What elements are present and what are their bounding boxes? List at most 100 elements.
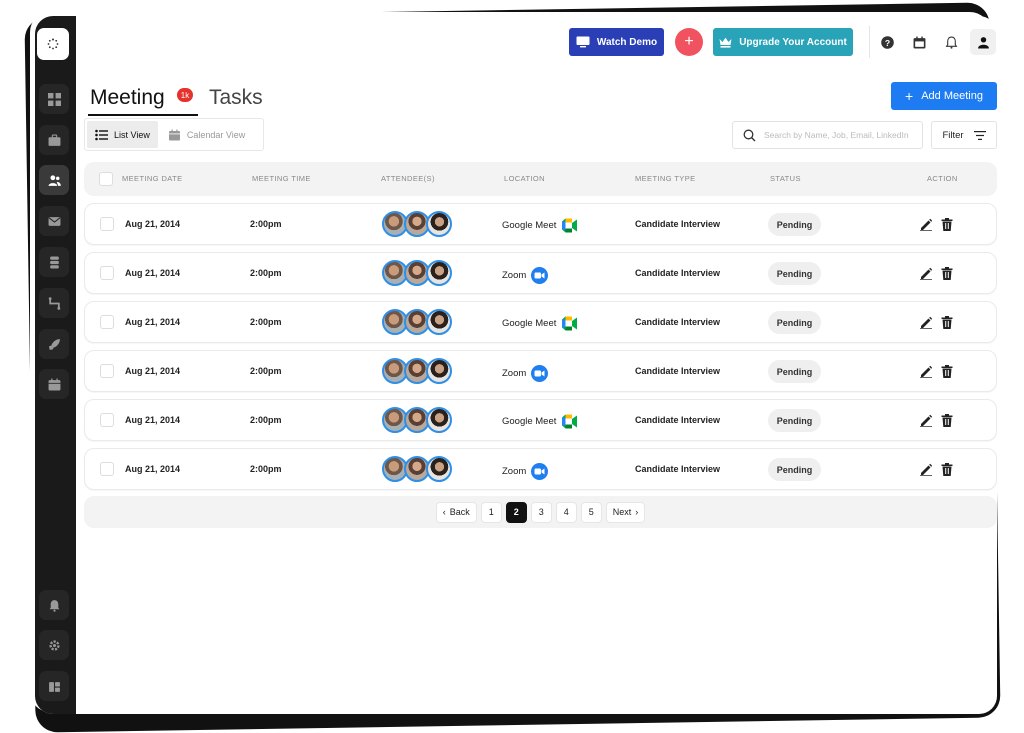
sidebar-item-workflow[interactable] bbox=[39, 288, 69, 318]
filter-icon bbox=[973, 130, 986, 140]
row-checkbox[interactable] bbox=[100, 462, 114, 476]
tab-tasks[interactable]: Tasks bbox=[209, 86, 263, 110]
logo-icon[interactable] bbox=[37, 28, 69, 60]
select-all-checkbox[interactable] bbox=[99, 172, 113, 186]
col-attendees[interactable]: ATTENDEE(S) bbox=[381, 174, 435, 183]
attendee-avatars[interactable] bbox=[382, 358, 452, 384]
sidebar-item-database[interactable] bbox=[39, 247, 69, 277]
sidebar-item-jobs[interactable] bbox=[39, 125, 69, 155]
row-checkbox[interactable] bbox=[100, 266, 114, 280]
row-checkbox[interactable] bbox=[100, 413, 114, 427]
flow-icon bbox=[48, 296, 60, 310]
svg-text:?: ? bbox=[884, 37, 889, 47]
gear-icon bbox=[48, 639, 60, 651]
watch-demo-button[interactable]: Watch Demo bbox=[569, 28, 664, 56]
calendar-view-label: Calendar View bbox=[186, 129, 246, 140]
tab-meeting[interactable]: Meeting bbox=[90, 86, 165, 110]
delete-button[interactable] bbox=[940, 413, 954, 427]
page-button[interactable]: 1 bbox=[480, 501, 502, 523]
attendee-avatars[interactable] bbox=[382, 407, 452, 433]
page-button[interactable]: 3 bbox=[530, 501, 552, 523]
col-meeting-date[interactable]: MEETING DATE bbox=[122, 174, 183, 183]
pagination-next-button[interactable]: Next › bbox=[605, 501, 646, 523]
list-view-button[interactable]: List View bbox=[87, 121, 158, 148]
location-label: Google Meet bbox=[502, 220, 557, 231]
sidebar-item-candidates[interactable] bbox=[39, 165, 69, 195]
sidebar-item-notifications[interactable] bbox=[39, 590, 69, 620]
col-status[interactable]: STATUS bbox=[770, 174, 801, 183]
delete-button[interactable] bbox=[940, 462, 954, 476]
upgrade-label: Upgrade Your Account bbox=[739, 36, 847, 48]
page-button[interactable]: 4 bbox=[555, 501, 577, 523]
meeting-location: Google Meet bbox=[502, 414, 578, 429]
sidebar-item-apps[interactable] bbox=[39, 671, 69, 701]
attendee-avatars[interactable] bbox=[382, 456, 452, 482]
delete-button[interactable] bbox=[940, 266, 954, 280]
meeting-type: Candidate Interview bbox=[635, 317, 721, 327]
trash-icon bbox=[941, 462, 953, 476]
attendee-avatars[interactable] bbox=[382, 211, 452, 237]
watch-demo-label: Watch Demo bbox=[596, 36, 658, 48]
sidebar-item-campaigns[interactable] bbox=[39, 329, 69, 359]
edit-button[interactable] bbox=[919, 462, 933, 476]
list-icon bbox=[95, 129, 108, 140]
chevron-right-icon: › bbox=[635, 507, 639, 517]
edit-button[interactable] bbox=[919, 413, 933, 427]
meeting-date: Aug 21, 2014 bbox=[125, 219, 181, 229]
table-row[interactable]: Aug 21, 2014 2:00pm Google Meet Candidat… bbox=[84, 203, 997, 245]
sidebar-item-dashboard[interactable] bbox=[39, 84, 69, 114]
add-meeting-button[interactable]: + Add Meeting bbox=[891, 82, 997, 110]
pagination-back-button[interactable]: ‹ Back bbox=[435, 501, 477, 523]
avatar bbox=[426, 407, 452, 433]
plus-icon: + bbox=[905, 88, 914, 104]
col-meeting-time[interactable]: MEETING TIME bbox=[252, 174, 311, 183]
google-meet-icon bbox=[561, 316, 578, 331]
calendar-view-button[interactable]: Calendar View bbox=[160, 121, 253, 148]
edit-button[interactable] bbox=[919, 266, 933, 280]
pencil-icon bbox=[920, 365, 932, 378]
page-button-current[interactable]: 2 bbox=[505, 501, 527, 523]
sidebar-item-calendar[interactable] bbox=[39, 369, 69, 399]
row-checkbox[interactable] bbox=[100, 364, 114, 378]
database-icon bbox=[49, 256, 59, 268]
plus-icon: + bbox=[684, 33, 694, 50]
table-row[interactable]: Aug 21, 2014 2:00pm Zoom Candidate Inter… bbox=[84, 252, 997, 294]
row-checkbox[interactable] bbox=[100, 217, 114, 231]
status-badge: Pending bbox=[768, 311, 821, 334]
col-meeting-type[interactable]: MEETING TYPE bbox=[635, 174, 696, 183]
search-input[interactable] bbox=[764, 130, 919, 140]
table-row[interactable]: Aug 21, 2014 2:00pm Zoom Candidate Inter… bbox=[84, 448, 997, 490]
avatar bbox=[426, 260, 452, 286]
meeting-date: Aug 21, 2014 bbox=[125, 317, 181, 327]
page-button[interactable]: 5 bbox=[580, 501, 602, 523]
delete-button[interactable] bbox=[940, 364, 954, 378]
table-row[interactable]: Aug 21, 2014 2:00pm Google Meet Candidat… bbox=[84, 301, 997, 343]
col-location[interactable]: LOCATION bbox=[504, 174, 545, 183]
profile-button[interactable] bbox=[970, 29, 996, 55]
edit-button[interactable] bbox=[919, 364, 933, 378]
users-icon bbox=[48, 174, 61, 186]
meeting-time: 2:00pm bbox=[250, 464, 282, 474]
table-row[interactable]: Aug 21, 2014 2:00pm Zoom Candidate Inter… bbox=[84, 350, 997, 392]
meeting-date: Aug 21, 2014 bbox=[125, 366, 181, 376]
sidebar-item-messages[interactable] bbox=[39, 206, 69, 236]
delete-button[interactable] bbox=[940, 315, 954, 329]
google-meet-icon bbox=[561, 414, 578, 429]
notifications-button[interactable] bbox=[938, 29, 964, 55]
filter-button[interactable]: Filter bbox=[931, 121, 997, 149]
upgrade-account-button[interactable]: Upgrade Your Account bbox=[713, 28, 853, 56]
calendar-button[interactable] bbox=[906, 29, 932, 55]
edit-button[interactable] bbox=[919, 315, 933, 329]
row-checkbox[interactable] bbox=[100, 315, 114, 329]
chevron-left-icon: ‹ bbox=[442, 507, 446, 517]
quick-add-button[interactable]: + bbox=[675, 28, 703, 56]
attendee-avatars[interactable] bbox=[382, 260, 452, 286]
table-row[interactable]: Aug 21, 2014 2:00pm Google Meet Candidat… bbox=[84, 399, 997, 441]
edit-button[interactable] bbox=[919, 217, 933, 231]
sidebar-item-settings[interactable] bbox=[39, 630, 69, 660]
delete-button[interactable] bbox=[940, 217, 954, 231]
pencil-icon bbox=[920, 463, 932, 476]
attendee-avatars[interactable] bbox=[382, 309, 452, 335]
crown-icon bbox=[719, 37, 732, 48]
help-button[interactable]: ? bbox=[874, 29, 900, 55]
